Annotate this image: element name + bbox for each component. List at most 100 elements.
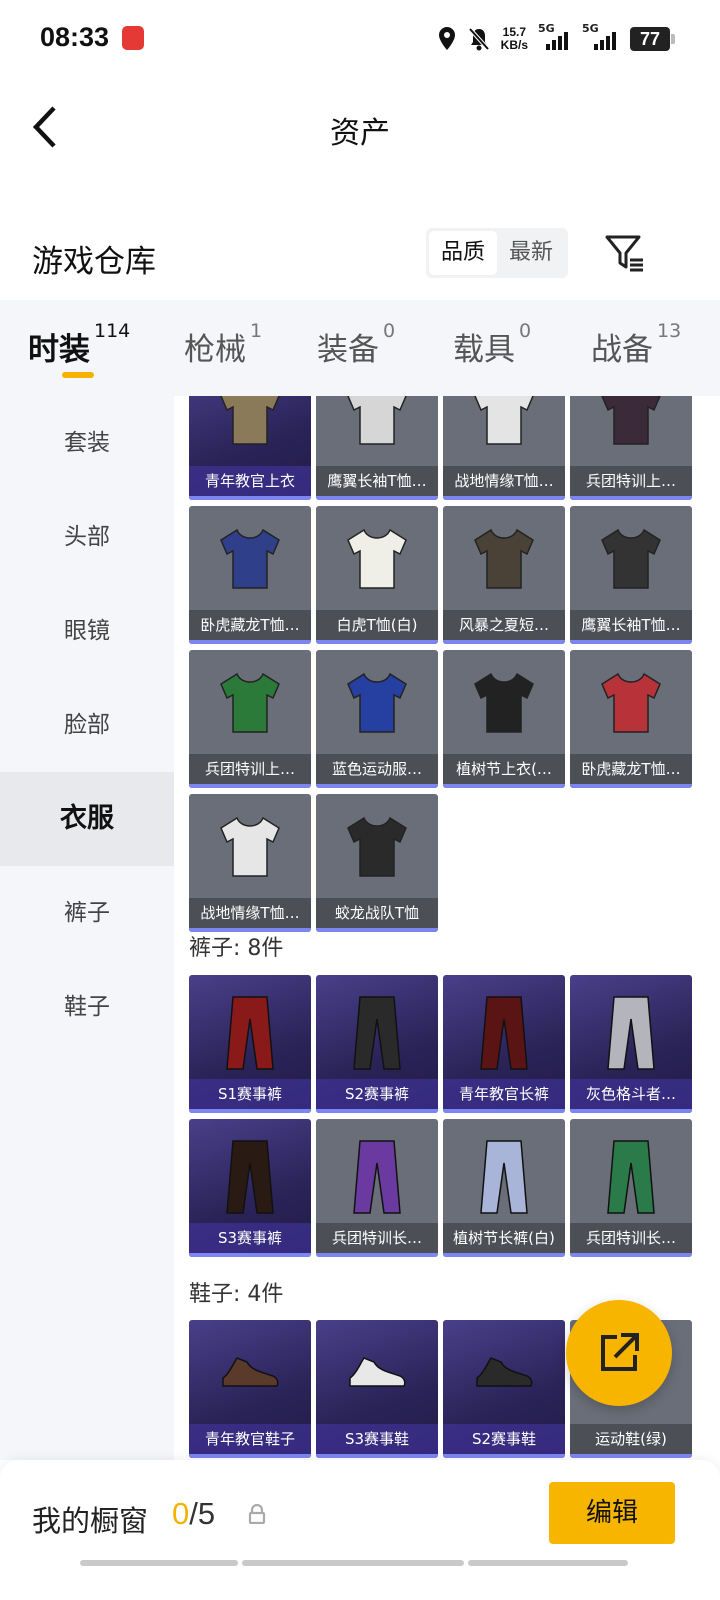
rarity-bar <box>189 640 311 644</box>
sidebar-item-pants[interactable]: 裤子 <box>0 866 174 960</box>
shirt-icon <box>220 672 280 733</box>
rarity-bar <box>443 1454 565 1458</box>
rarity-bar <box>570 640 692 644</box>
item-card[interactable]: 兵团特训长… <box>316 1119 438 1257</box>
pants-icon <box>226 1140 274 1214</box>
item-card[interactable]: S3赛事鞋 <box>316 1320 438 1458</box>
network-speed: 15.7 KB/s <box>500 25 528 52</box>
shirt-icon <box>474 396 534 445</box>
item-card[interactable]: S3赛事裤 <box>189 1119 311 1257</box>
item-name: 蛟龙战队T恤 <box>316 898 438 928</box>
rarity-bar <box>316 640 438 644</box>
pants-icon <box>607 996 655 1070</box>
share-fab[interactable] <box>566 1300 672 1406</box>
rarity-bar <box>316 784 438 788</box>
item-card[interactable]: 植树节长裤(白) <box>443 1119 565 1257</box>
tab-supplies[interactable]: 战备13 <box>591 320 681 369</box>
rarity-bar <box>316 928 438 932</box>
sidebar-item-clothes[interactable]: 衣服 <box>0 772 174 866</box>
item-card[interactable]: 战地情缘T恤… <box>189 794 311 932</box>
rarity-bar <box>570 496 692 500</box>
item-card[interactable]: 蓝色运动服… <box>316 650 438 788</box>
item-card[interactable]: 青年教官长裤 <box>443 975 565 1113</box>
item-card[interactable]: S2赛事鞋 <box>443 1320 565 1458</box>
item-card[interactable]: 鹰翼长袖T恤… <box>316 396 438 500</box>
edit-button[interactable]: 编辑 <box>549 1482 675 1544</box>
item-name: 蓝色运动服… <box>316 754 438 784</box>
item-card[interactable]: 风暴之夏短… <box>443 506 565 644</box>
sidebar-item-shoes[interactable]: 鞋子 <box>0 960 174 1054</box>
shoe-icon <box>222 1357 279 1387</box>
item-grid: 青年教官上衣 鹰翼长袖T恤… 战地情缘T恤… 兵团特训上… 卧虎藏龙T恤… 白虎T恤(白)… <box>174 396 720 1460</box>
item-card[interactable]: 兵团特训上… <box>570 396 692 500</box>
shirt-icon <box>474 672 534 733</box>
item-name: 卧虎藏龙T恤… <box>570 754 692 784</box>
tab-fashion[interactable]: 时装114 <box>28 320 130 369</box>
shirt-icon <box>347 816 407 877</box>
item-name: 兵团特训长… <box>316 1223 438 1253</box>
item-card[interactable]: 卧虎藏龙T恤… <box>189 506 311 644</box>
item-name: 植树节长裤(白) <box>443 1223 565 1253</box>
sidebar: 套装 头部 眼镜 脸部 衣服 裤子 鞋子 <box>0 396 174 1460</box>
item-card[interactable]: S1赛事裤 <box>189 975 311 1113</box>
item-card[interactable]: 青年教官鞋子 <box>189 1320 311 1458</box>
item-name: 鹰翼长袖T恤… <box>316 466 438 496</box>
shoe-icon <box>349 1357 406 1387</box>
item-name: S3赛事鞋 <box>316 1424 438 1454</box>
tab-guns[interactable]: 枪械1 <box>184 320 262 369</box>
sidebar-item-outfit[interactable]: 套装 <box>0 396 174 490</box>
external-link-icon <box>601 1333 639 1371</box>
home-indicator-2 <box>242 1560 464 1566</box>
item-name: S1赛事裤 <box>189 1079 311 1109</box>
tab-equipment[interactable]: 装备0 <box>317 320 395 369</box>
filter-icon <box>605 235 643 272</box>
lock-icon <box>248 1504 266 1524</box>
item-card[interactable]: 战地情缘T恤… <box>443 396 565 500</box>
item-card[interactable]: S2赛事裤 <box>316 975 438 1113</box>
pants-icon <box>480 1140 528 1214</box>
page-title: 资产 <box>330 116 390 151</box>
sidebar-item-face[interactable]: 脸部 <box>0 678 174 772</box>
item-name: 风暴之夏短… <box>443 610 565 640</box>
rarity-bar <box>443 784 565 788</box>
item-card[interactable]: 兵团特训上… <box>189 650 311 788</box>
item-card[interactable]: 卧虎藏龙T恤… <box>570 650 692 788</box>
status-bar: 08:33 15.7 KB/s 5G 5G 77 <box>0 0 720 80</box>
item-name: 兵团特训上… <box>570 466 692 496</box>
item-card[interactable]: 白虎T恤(白) <box>316 506 438 644</box>
item-card[interactable]: 蛟龙战队T恤 <box>316 794 438 932</box>
sidebar-item-head[interactable]: 头部 <box>0 490 174 584</box>
category-tabs: 时装114 枪械1 装备0 载具0 战备13 <box>0 300 720 396</box>
sort-quality-button[interactable]: 品质 <box>429 231 497 275</box>
shirt-icon <box>220 528 280 589</box>
sidebar-item-glasses[interactable]: 眼镜 <box>0 584 174 678</box>
item-name: S3赛事裤 <box>189 1223 311 1253</box>
pants-icon <box>353 1140 401 1214</box>
item-name: 兵团特训上… <box>189 754 311 784</box>
warehouse-title: 游戏仓库 <box>32 244 156 280</box>
filter-button[interactable] <box>604 232 646 274</box>
item-name: 植树节上衣(… <box>443 754 565 784</box>
item-card[interactable]: 兵团特训长… <box>570 1119 692 1257</box>
item-card[interactable]: 青年教官上衣 <box>189 396 311 500</box>
sort-newest-button[interactable]: 最新 <box>497 231 565 275</box>
shirt-icon <box>220 816 280 877</box>
item-card[interactable]: 植树节上衣(… <box>443 650 565 788</box>
showcase-count: 0/5 <box>172 1496 216 1531</box>
item-name: 灰色格斗者… <box>570 1079 692 1109</box>
status-indicators: 15.7 KB/s 5G 5G 77 <box>437 22 675 56</box>
pants-icon <box>607 1140 655 1214</box>
item-card[interactable]: 鹰翼长袖T恤… <box>570 506 692 644</box>
status-time: 08:33 <box>40 22 110 52</box>
item-card[interactable]: 灰色格斗者… <box>570 975 692 1113</box>
tab-vehicles[interactable]: 载具0 <box>453 320 531 369</box>
rarity-bar <box>189 1253 311 1257</box>
item-name: 卧虎藏龙T恤… <box>189 610 311 640</box>
battery-icon: 77 <box>630 27 675 51</box>
item-name: 运动鞋(绿) <box>570 1424 692 1454</box>
rarity-bar <box>443 496 565 500</box>
item-name: 白虎T恤(白) <box>316 610 438 640</box>
rarity-bar <box>570 1253 692 1257</box>
section-title: 裤子: 8件 <box>189 936 284 961</box>
rarity-bar <box>570 1454 692 1458</box>
